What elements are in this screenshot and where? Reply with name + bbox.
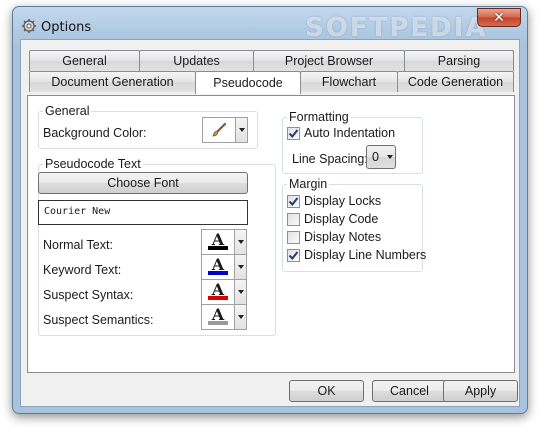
- background-color-picker[interactable]: [202, 117, 248, 143]
- general-group: General Background Color:: [38, 104, 258, 149]
- suspect-syntax-color-picker[interactable]: A: [201, 279, 247, 305]
- display-code-label[interactable]: Display Code: [304, 212, 378, 226]
- font-color-icon: A: [202, 305, 235, 329]
- display-locks-checkbox[interactable]: [287, 195, 300, 208]
- dropdown-arrow-icon[interactable]: [236, 118, 247, 142]
- tab-parsing[interactable]: Parsing: [404, 50, 514, 71]
- display-line-numbers-checkbox[interactable]: [287, 249, 300, 262]
- dropdown-arrow-icon[interactable]: [235, 305, 246, 329]
- keyword-text-color-bar: [208, 271, 228, 275]
- keyword-text-label: Keyword Text:: [43, 263, 122, 277]
- auto-indentation-checkbox[interactable]: [287, 127, 300, 140]
- tab-flowchart[interactable]: Flowchart: [300, 71, 398, 92]
- general-group-title: General: [43, 104, 92, 118]
- suspect-semantics-color-picker[interactable]: A: [201, 304, 247, 330]
- dropdown-arrow-icon: [386, 155, 393, 159]
- pseudocode-text-group-title: Pseudocode Text: [43, 157, 143, 171]
- cancel-button[interactable]: Cancel: [372, 380, 447, 402]
- pseudocode-text-group: Pseudocode Text Choose Font Courier New …: [38, 157, 276, 336]
- suspect-syntax-color-bar: [208, 296, 228, 300]
- ok-button[interactable]: OK: [289, 380, 364, 402]
- tab-updates[interactable]: Updates: [139, 50, 254, 71]
- checkmark-icon: [288, 129, 299, 139]
- normal-text-label: Normal Text:: [43, 238, 113, 252]
- tab-pseudocode[interactable]: Pseudocode: [195, 71, 301, 94]
- close-button[interactable]: ✕: [477, 8, 521, 27]
- display-locks-label[interactable]: Display Locks: [304, 194, 381, 208]
- checkmark-icon: [288, 197, 299, 207]
- background-color-swatch: [203, 118, 236, 142]
- apply-button[interactable]: Apply: [443, 380, 518, 402]
- tab-project-browser[interactable]: Project Browser: [253, 50, 405, 71]
- title-bar[interactable]: Options SOFTPEDIA ✕: [13, 7, 527, 43]
- suspect-semantics-color-bar: [208, 321, 228, 325]
- suspect-semantics-label: Suspect Semantics:: [43, 313, 154, 327]
- dropdown-arrow-icon[interactable]: [235, 280, 246, 304]
- formatting-group: Formatting Auto Indentation Line Spacing…: [282, 110, 423, 174]
- margin-group-title: Margin: [287, 177, 330, 191]
- display-line-numbers-label[interactable]: Display Line Numbers: [304, 248, 426, 262]
- margin-group: Margin Display Locks Display Code Displa…: [282, 177, 426, 272]
- font-color-icon: A: [202, 230, 235, 254]
- close-icon: ✕: [493, 9, 505, 25]
- display-code-checkbox[interactable]: [287, 213, 300, 226]
- font-color-icon: A: [202, 255, 235, 279]
- window-title: Options: [41, 20, 92, 35]
- dialog-client-area: General Updates Project Browser Parsing …: [20, 39, 520, 407]
- normal-text-color-picker[interactable]: A: [201, 229, 247, 255]
- line-spacing-label: Line Spacing:: [292, 152, 368, 166]
- tab-document-generation[interactable]: Document Generation: [29, 71, 196, 92]
- tab-general[interactable]: General: [29, 50, 140, 71]
- auto-indentation-label[interactable]: Auto Indentation: [304, 126, 395, 140]
- line-spacing-select[interactable]: 0: [366, 145, 396, 169]
- keyword-text-color-picker[interactable]: A: [201, 254, 247, 280]
- font-preview-field: Courier New: [38, 200, 248, 225]
- dropdown-arrow-icon[interactable]: [235, 230, 246, 254]
- background-color-label: Background Color:: [43, 126, 147, 140]
- pseudocode-tab-panel: General Background Color: Pseudocode Tex…: [27, 95, 515, 373]
- display-notes-label[interactable]: Display Notes: [304, 230, 381, 244]
- settings-gear-icon: [22, 19, 36, 33]
- dropdown-arrow-icon[interactable]: [235, 255, 246, 279]
- display-notes-checkbox[interactable]: [287, 231, 300, 244]
- paintbrush-icon: [212, 122, 227, 137]
- normal-text-color-bar: [208, 246, 228, 250]
- tab-code-generation[interactable]: Code Generation: [397, 71, 514, 92]
- choose-font-button[interactable]: Choose Font: [38, 172, 248, 194]
- font-color-icon: A: [202, 280, 235, 304]
- suspect-syntax-label: Suspect Syntax:: [43, 288, 134, 302]
- options-window: Options SOFTPEDIA ✕ General Updates Proj…: [12, 6, 528, 414]
- checkmark-icon: [288, 251, 299, 261]
- formatting-group-title: Formatting: [287, 110, 351, 124]
